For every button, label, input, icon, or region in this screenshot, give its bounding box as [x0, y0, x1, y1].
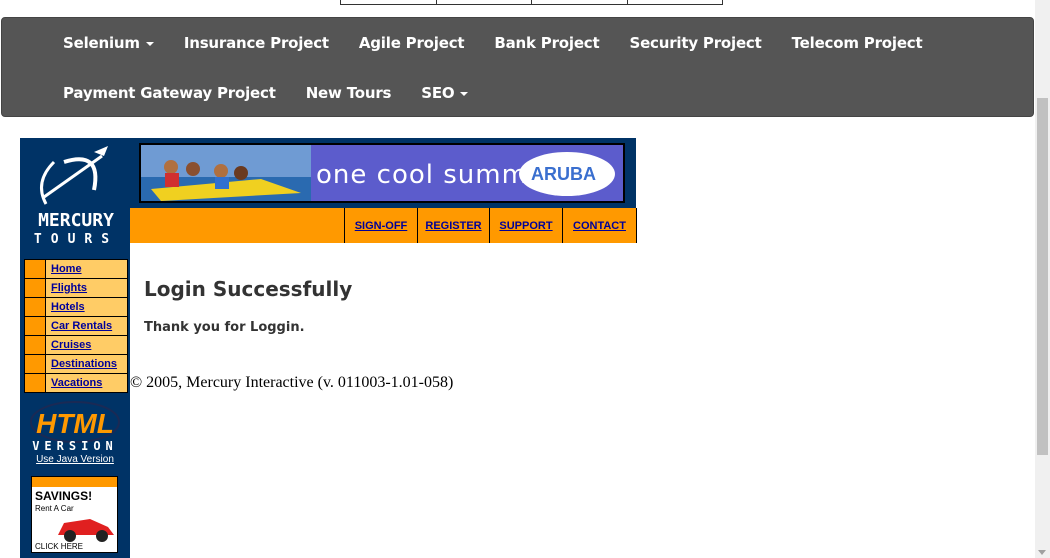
login-message: Thank you for Loggin. [144, 320, 305, 335]
page-title: Login Successfully [144, 277, 353, 301]
side-nav-home[interactable]: Home [46, 260, 82, 278]
side-nav-item: Car Rentals [25, 317, 127, 336]
navbar-row-2: Payment Gateway Project New Tours SEO [2, 68, 483, 118]
contact-link[interactable]: CONTACT [573, 220, 626, 232]
html-version-logo: HTML VERSION [30, 401, 120, 452]
top-link-cell: CONTACT [562, 208, 637, 243]
scrollbar-thumb[interactable] [1037, 98, 1048, 455]
side-nav-hotels[interactable]: Hotels [46, 298, 85, 316]
side-nav-vacations[interactable]: Vacations [46, 374, 102, 392]
nav-seo[interactable]: SEO [406, 84, 483, 102]
banner-photo [141, 145, 311, 201]
nav-insurance-project[interactable]: Insurance Project [169, 34, 344, 52]
side-nav-flights[interactable]: Flights [46, 279, 87, 297]
vertical-scrollbar[interactable] [1035, 0, 1050, 558]
side-nav-item: Vacations [25, 374, 127, 392]
side-nav-item: Cruises [25, 336, 127, 355]
top-link-cell: SUPPORT [489, 208, 562, 243]
side-nav: Home Flights Hotels Car Rentals Cruises … [24, 259, 128, 393]
nav-telecom-project[interactable]: Telecom Project [777, 34, 938, 52]
caret-down-icon [145, 41, 154, 46]
sign-off-link[interactable]: SIGN-OFF [355, 220, 408, 232]
caret-down-icon [460, 91, 469, 96]
scroll-down-arrow-icon[interactable] [1038, 550, 1046, 555]
savings-rent-a-car-ad[interactable]: SAVINGS! Rent A Car CLICK HERE [31, 476, 118, 553]
nav-security-project[interactable]: Security Project [614, 34, 776, 52]
side-nav-item: Destinations [25, 355, 127, 374]
top-links: SIGN-OFF REGISTER SUPPORT CONTACT [344, 208, 637, 243]
aruba-banner[interactable]: one cool summer ARUBA [139, 143, 625, 203]
navbar-row-1: Selenium Insurance Project Agile Project… [2, 18, 937, 68]
aruba-badge: ARUBA [519, 152, 615, 196]
support-link[interactable]: SUPPORT [499, 220, 552, 232]
logo-text-mercury: MERCURY [38, 210, 114, 231]
version-logo-text: VERSION [32, 439, 118, 452]
html-logo-text: HTML [36, 408, 114, 439]
nav-agile-project[interactable]: Agile Project [344, 34, 480, 52]
side-nav-item: Home [25, 260, 127, 279]
use-java-version-link[interactable]: Use Java Version [20, 454, 130, 465]
navbar: Selenium Insurance Project Agile Project… [1, 17, 1034, 117]
top-link-cell: REGISTER [417, 208, 489, 243]
car-icon [58, 519, 114, 542]
register-link[interactable]: REGISTER [425, 220, 481, 232]
left-column: MERCURY TOURS Home Flights Hotels Car Re… [20, 138, 130, 558]
nav-bank-project[interactable]: Bank Project [479, 34, 614, 52]
savings-title: SAVINGS! [35, 489, 93, 503]
side-nav-destinations[interactable]: Destinations [46, 355, 117, 373]
mercury-tours-logo[interactable]: MERCURY TOURS [24, 142, 128, 246]
aruba-badge-text: ARUBA [531, 164, 596, 184]
nav-selenium[interactable]: Selenium [48, 34, 169, 52]
side-nav-cruises[interactable]: Cruises [46, 336, 91, 354]
side-nav-item: Flights [25, 279, 127, 298]
nav-new-tours[interactable]: New Tours [291, 84, 407, 102]
copyright-text: © 2005, Mercury Interactive (v. 011003-1… [130, 374, 454, 391]
savings-cta: CLICK HERE [35, 542, 84, 551]
mercury-tours-frame: MERCURY TOURS Home Flights Hotels Car Re… [20, 138, 637, 558]
top-link-cell: SIGN-OFF [344, 208, 417, 243]
top-links-bar: SIGN-OFF REGISTER SUPPORT CONTACT [130, 208, 637, 243]
logo-text-tours: TOURS [34, 232, 118, 246]
side-nav-item: Hotels [25, 298, 127, 317]
side-nav-car-rentals[interactable]: Car Rentals [46, 317, 112, 335]
nav-payment-gateway-project[interactable]: Payment Gateway Project [48, 84, 291, 102]
top-partial-table [340, 0, 723, 5]
